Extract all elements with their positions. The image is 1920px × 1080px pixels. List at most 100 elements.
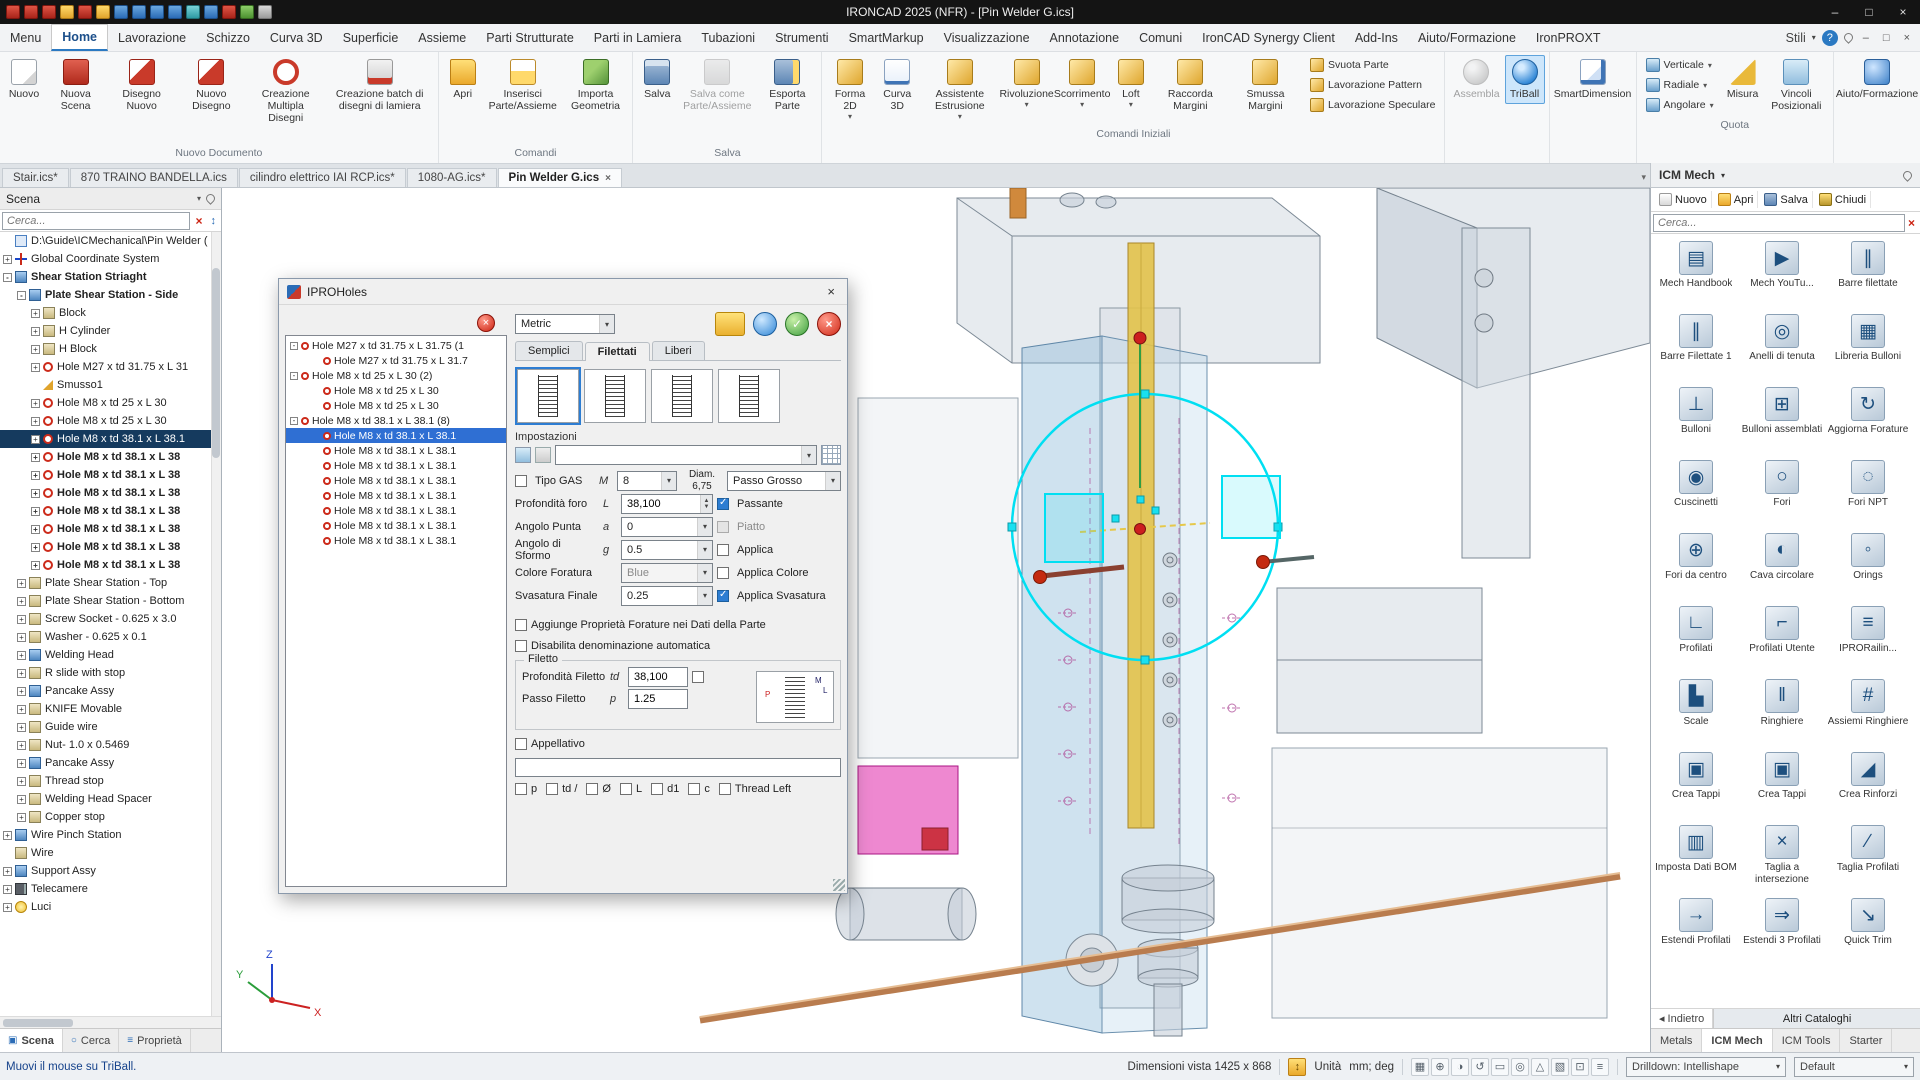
tree-expander-icon[interactable]: + — [3, 885, 12, 894]
status-tool-icon[interactable]: ▦ — [1411, 1058, 1429, 1076]
dimension-flag-checkbox[interactable] — [546, 783, 558, 795]
viewport-3d[interactable]: Z X Y IPROHoles × × - — [222, 188, 1650, 1052]
catalog-item[interactable]: ⊥ Bulloni — [1653, 384, 1739, 457]
catalog-tab[interactable]: ICM Tools — [1773, 1029, 1841, 1052]
disable-autoname-checkbox[interactable] — [515, 640, 527, 652]
scene-tree-hscrollbar[interactable] — [0, 1016, 221, 1028]
tree-expander-icon[interactable]: + — [31, 417, 40, 426]
tree-expander-icon[interactable]: + — [17, 777, 26, 786]
tree-expander-icon[interactable]: + — [17, 687, 26, 696]
style-select[interactable]: Default ▾ — [1794, 1057, 1914, 1077]
catalog-tab[interactable]: Metals — [1651, 1029, 1702, 1052]
menu-tab[interactable]: Annotazione — [1040, 24, 1130, 51]
menu-tab[interactable]: Tubazioni — [691, 24, 765, 51]
dimension-flag[interactable]: Thread Left — [719, 783, 791, 795]
tree-item[interactable]: + Hole M8 x td 38.1 x L 38 — [0, 538, 211, 556]
thread-depth-input[interactable] — [628, 667, 688, 687]
tree-expander-icon[interactable]: + — [3, 867, 12, 876]
settings-table-button[interactable] — [821, 445, 841, 465]
hole-list-item[interactable]: Hole M8 x td 38.1 x L 38.1 — [286, 533, 506, 548]
tree-item[interactable]: + Pancake Assy — [0, 754, 211, 772]
tree-item[interactable]: + Hole M8 x td 38.1 x L 38 — [0, 556, 211, 574]
quick-access-icon[interactable] — [222, 5, 236, 19]
tree-item[interactable]: + Telecamere — [0, 880, 211, 898]
tree-item[interactable]: + Washer - 0.625 x 0.1 — [0, 628, 211, 646]
catalog-item[interactable]: → Estendi Profilati — [1653, 895, 1739, 968]
units-icon[interactable]: ↕ — [1288, 1058, 1306, 1076]
hole-color-select[interactable]: Blue ▾ — [621, 563, 713, 583]
ribbon-button[interactable]: Forma 2D ▾ — [826, 55, 873, 125]
ribbon-button[interactable]: Aiuto/Formazione — [1838, 55, 1916, 104]
tree-expander-icon[interactable]: + — [31, 525, 40, 534]
menu-tab[interactable]: SmartMarkup — [839, 24, 934, 51]
ribbon-button[interactable]: TriBall — [1505, 55, 1545, 104]
menu-tab[interactable]: IronPROXT — [1526, 24, 1611, 51]
passante-checkbox[interactable] — [717, 498, 729, 510]
ribbon-button[interactable]: Misura — [1723, 55, 1763, 104]
tree-expander-icon[interactable]: + — [17, 723, 26, 732]
apply-all-button[interactable] — [753, 312, 777, 336]
tree-item[interactable]: + Hole M8 x td 38.1 x L 38 — [0, 484, 211, 502]
tree-item[interactable]: + Copper stop — [0, 808, 211, 826]
pin-icon[interactable] — [1842, 31, 1855, 44]
ribbon-button[interactable]: Creazione batch di disegni di lamiera — [326, 55, 434, 116]
catalog-item[interactable]: # Assiemi Ringhiere — [1825, 676, 1911, 749]
tree-item[interactable]: + Screw Socket - 0.625 x 3.0 — [0, 610, 211, 628]
selection-plane-left[interactable] — [1045, 494, 1103, 562]
ribbon-button[interactable]: Nuovo Disegno — [177, 55, 246, 116]
tree-expander-icon[interactable]: + — [31, 345, 40, 354]
pin-icon[interactable] — [1901, 169, 1914, 182]
status-tool-icon[interactable]: △ — [1531, 1058, 1549, 1076]
tree-expander-icon[interactable]: + — [17, 741, 26, 750]
dimension-flag[interactable]: td / — [546, 783, 577, 795]
triball-center[interactable] — [1135, 524, 1146, 535]
dimension-flag[interactable]: Ø — [586, 783, 611, 795]
menu-tab[interactable]: Schizzo — [196, 24, 260, 51]
tree-item[interactable]: + Hole M8 x td 38.1 x L 38 — [0, 466, 211, 484]
ribbon-button[interactable]: Creazione Multipla Disegni — [247, 55, 325, 128]
catalog-item[interactable]: ▣ Crea Tappi — [1739, 749, 1825, 822]
tip-angle-select[interactable]: 0 ▾ — [621, 517, 713, 537]
menu-tab[interactable]: Curva 3D — [260, 24, 333, 51]
doc-minimize-icon[interactable]: – — [1859, 32, 1873, 44]
tree-expander-icon[interactable]: + — [31, 489, 40, 498]
ribbon-small-button[interactable]: Angolare ▾ — [1641, 96, 1719, 114]
tree-expander-icon[interactable]: + — [17, 615, 26, 624]
catalog-item[interactable]: ≡ IPRORailin... — [1825, 603, 1911, 676]
dimension-flag[interactable]: L — [620, 783, 642, 795]
chevron-down-icon[interactable]: ▾ — [197, 194, 201, 203]
catalog-item[interactable]: ∕ Taglia Profilati — [1825, 822, 1911, 895]
catalog-item[interactable]: ∥ Barre Filettate 1 — [1653, 311, 1739, 384]
doc-restore-icon[interactable]: □ — [1879, 32, 1894, 44]
status-tool-icon[interactable]: ⊡ — [1571, 1058, 1589, 1076]
thread-depth-value[interactable] — [634, 671, 687, 683]
tree-item[interactable]: + Support Assy — [0, 862, 211, 880]
ribbon-button[interactable]: Importa Geometria — [563, 55, 629, 116]
hole-list-item[interactable]: Hole M8 x td 38.1 x L 38.1 — [286, 443, 506, 458]
triball-handle-left[interactable] — [1034, 571, 1047, 584]
catalog-item[interactable]: ▥ Imposta Dati BOM — [1653, 822, 1739, 895]
tree-expander-icon[interactable]: - — [3, 273, 12, 282]
doc-close-icon[interactable]: × — [1900, 32, 1914, 44]
chevron-down-icon[interactable]: ▾ — [1721, 171, 1725, 180]
tree-item[interactable]: + KNIFE Movable — [0, 700, 211, 718]
tree-expander-icon[interactable]: + — [17, 597, 26, 606]
catalog-item[interactable]: ‖ Ringhiere — [1739, 676, 1825, 749]
dimension-flag-checkbox[interactable] — [719, 783, 731, 795]
menu-tab[interactable]: Parti in Lamiera — [584, 24, 692, 51]
tree-item[interactable]: + Nut- 1.0 x 0.5469 — [0, 736, 211, 754]
catalog-item[interactable]: ◌ Fori NPT — [1825, 457, 1911, 530]
tree-expander-icon[interactable]: + — [31, 561, 40, 570]
tree-item[interactable]: + Wire Pinch Station — [0, 826, 211, 844]
panel-tab[interactable]: ▣ Scena — [0, 1029, 63, 1052]
tree-item[interactable]: + Hole M8 x td 38.1 x L 38 — [0, 502, 211, 520]
dimension-flag-checkbox[interactable] — [586, 783, 598, 795]
hole-list-item[interactable]: Hole M8 x td 38.1 x L 38.1 — [286, 428, 506, 443]
appellativo-checkbox[interactable] — [515, 738, 527, 750]
draft-angle-select[interactable]: 0.5 ▾ — [621, 540, 713, 560]
document-tab[interactable]: 870 TRAINO BANDELLA.ics — [70, 168, 238, 187]
thread-size-select[interactable]: 8 ▾ — [617, 471, 677, 491]
tree-item[interactable]: - Shear Station Striaght — [0, 268, 211, 286]
ribbon-button[interactable]: Scorrimento ▾ — [1054, 55, 1109, 113]
dimension-flag[interactable]: c — [688, 783, 710, 795]
